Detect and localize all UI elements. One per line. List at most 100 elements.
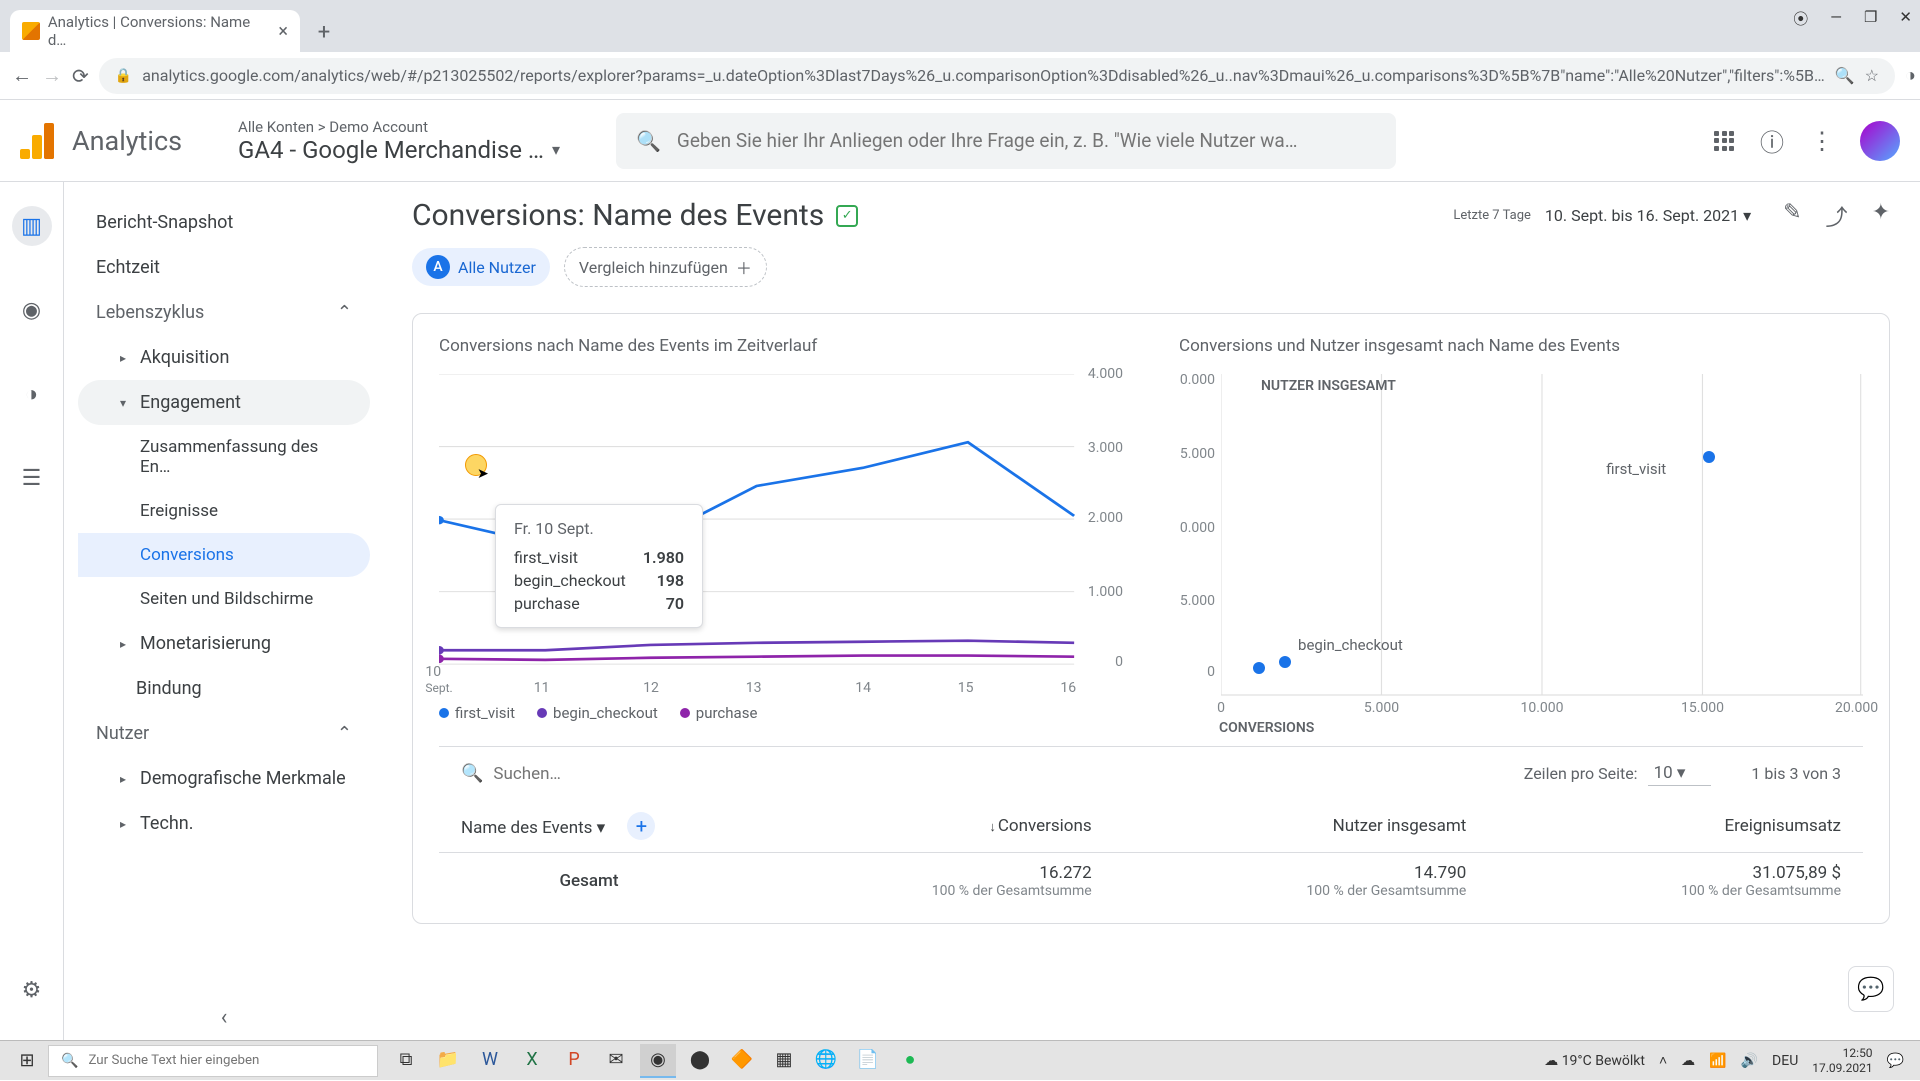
chevron-down-icon: ▾ [552,140,560,159]
sidebar-group-user[interactable]: Nutzer ⌃ [78,711,370,756]
line-chart[interactable]: 4.000 3.000 2.000 1.000 0 10Sept. 11 12 … [439,374,1123,694]
table-search-icon[interactable]: 🔍 [461,763,483,784]
tab-title: Analytics | Conversions: Name d… [48,13,271,49]
sidebar-item-engagement-summary[interactable]: Zusammenfassung des En… [78,425,370,489]
property-selector[interactable]: GA4 - Google Merchandise … ▾ [238,136,560,164]
minimize-icon[interactable]: — [1830,8,1842,29]
excel-icon[interactable]: X [514,1044,550,1078]
volume-icon[interactable]: 🔊 [1741,1053,1758,1069]
close-window-icon[interactable]: ✕ [1899,8,1912,29]
mail-icon[interactable]: ✉ [598,1044,634,1078]
x-tick: 20.000 [1835,700,1878,716]
global-search-input[interactable] [677,129,1376,152]
rail-explore-icon[interactable]: ◉ [12,290,52,330]
apps-grid-icon[interactable] [1714,131,1734,151]
extension-icon-1[interactable]: ◑ [1905,65,1916,86]
wifi-icon[interactable]: 📶 [1709,1053,1726,1069]
new-tab-button[interactable]: + [306,14,342,50]
notepad-icon[interactable]: 📄 [850,1044,886,1078]
rail-configure-icon[interactable]: ☰ [12,458,52,498]
sidebar-item-realtime[interactable]: Echtzeit [78,245,370,290]
table-search-input[interactable] [493,764,715,784]
chip-add-label: Vergleich hinzufügen [579,258,728,277]
sidebar-item-monetization[interactable]: ▸Monetarisierung [78,621,370,666]
column-users[interactable]: Nutzer insgesamt [1114,800,1489,853]
sidebar-item-retention[interactable]: Bindung [78,666,370,711]
column-revenue[interactable]: Ereignisumsatz [1488,800,1863,853]
browser-tab[interactable]: Analytics | Conversions: Name d… × [10,10,300,52]
column-dimension[interactable]: Name des Events ▾ + [439,800,739,853]
scatter-y-axis-label: NUTZER INSGESAMT [1261,378,1396,394]
sidebar-item-snapshot[interactable]: Bericht-Snapshot [78,200,370,245]
sidebar-item-demographics[interactable]: ▸Demografische Merkmale [78,756,370,801]
app-icon-1[interactable]: 🔶 [724,1044,760,1078]
sort-desc-icon: ↓ [989,820,996,835]
url-bar[interactable]: 🔒 analytics.google.com/analytics/web/#/p… [99,58,1895,94]
weather-widget[interactable]: ☁ 19°C Bewölkt [1544,1053,1645,1069]
account-breadcrumb[interactable]: Alle Konten > Demo Account [238,118,560,136]
scatter-point[interactable] [1253,662,1265,674]
chrome-icon[interactable]: ◉ [640,1044,676,1078]
y-tick: 5.000 [1180,446,1215,462]
edge-icon[interactable]: 🌐 [808,1044,844,1078]
global-search[interactable]: 🔍 [616,113,1396,169]
powerpoint-icon[interactable]: P [556,1044,592,1078]
total-users: 14.790 [1136,863,1467,883]
user-group-label: Nutzer [96,723,149,744]
share-icon[interactable]: ⤴ [1826,200,1848,232]
date-range-picker[interactable]: 10. Sept. bis 16. Sept. 2021 ▾ [1545,206,1751,225]
customize-report-icon[interactable]: ✎ [1783,200,1801,232]
windows-start-icon[interactable]: ⊞ [6,1041,48,1081]
sidebar-item-engagement[interactable]: ▾Engagement [78,380,370,425]
sidebar-group-lifecycle[interactable]: Lebenszyklus ⌃ [78,290,370,335]
sidebar-item-events[interactable]: Ereignisse [78,489,370,533]
search-icon: 🔍 [61,1053,78,1069]
analytics-logo-icon[interactable] [20,123,56,159]
rail-reports-icon[interactable]: ▥ [12,206,52,246]
chip-all-users[interactable]: A Alle Nutzer [412,248,550,286]
clock[interactable]: 12:50 17.09.2021 [1812,1046,1872,1075]
x-tick: 10.000 [1520,700,1563,716]
star-icon[interactable]: ☆ [1865,66,1879,85]
verified-badge-icon[interactable]: ✓ [836,205,858,227]
word-icon[interactable]: W [472,1044,508,1078]
add-dimension-icon[interactable]: + [627,812,655,840]
scatter-chart[interactable]: NUTZER INSGESAMT 0.000 5.000 0.000 5.000… [1221,374,1863,694]
feedback-button[interactable]: 💬 [1848,966,1894,1012]
chevron-up-icon: ⌃ [337,723,352,744]
notifications-icon[interactable]: 💬 [1887,1053,1904,1069]
sidebar-item-pages[interactable]: Seiten und Bildschirme [78,577,370,621]
sidebar-item-acquisition[interactable]: ▸Akquisition [78,335,370,380]
language-indicator[interactable]: DEU [1772,1053,1798,1069]
kebab-icon[interactable]: ⋮ [1810,127,1834,155]
collapse-sidebar-icon[interactable]: ‹ [221,1005,228,1030]
taskbar-search[interactable]: 🔍 [48,1045,378,1077]
rows-per-page-select[interactable]: 10 ▾ [1648,761,1712,786]
rail-advertising-icon[interactable]: ◑ [12,374,52,414]
onedrive-icon[interactable]: ☁ [1681,1053,1695,1069]
x-tick: 12 [643,680,659,696]
insights-icon[interactable]: ✦ [1872,200,1890,232]
column-conversions[interactable]: ↓Conversions [739,800,1114,853]
scatter-point[interactable] [1703,451,1715,463]
maximize-icon[interactable]: ❐ [1864,8,1877,29]
scatter-point[interactable] [1279,656,1291,668]
chip-add-comparison[interactable]: Vergleich hinzufügen ＋ [564,247,767,287]
spotify-icon[interactable]: ● [892,1044,928,1078]
taskbar-search-input[interactable] [88,1053,365,1068]
reload-icon[interactable]: ⟳ [72,62,89,90]
sidebar-item-tech[interactable]: ▸Techn. [78,801,370,846]
user-circle-icon[interactable]: ⦿ [1793,8,1808,29]
settings-gear-icon[interactable]: ⚙ [12,970,52,1010]
task-view-icon[interactable]: ⧉ [388,1044,424,1078]
app-icon-2[interactable]: ▦ [766,1044,802,1078]
tray-chevron-icon[interactable]: ˄ [1659,1052,1667,1069]
explorer-icon[interactable]: 📁 [430,1044,466,1078]
sidebar-item-conversions[interactable]: Conversions [78,533,370,577]
back-icon[interactable]: ← [12,62,32,90]
user-avatar[interactable] [1860,121,1900,161]
help-icon[interactable]: ⓘ [1760,123,1784,158]
obs-icon[interactable]: ⬤ [682,1044,718,1078]
search-url-icon[interactable]: 🔍 [1835,66,1855,85]
close-tab-icon[interactable]: × [278,21,288,42]
